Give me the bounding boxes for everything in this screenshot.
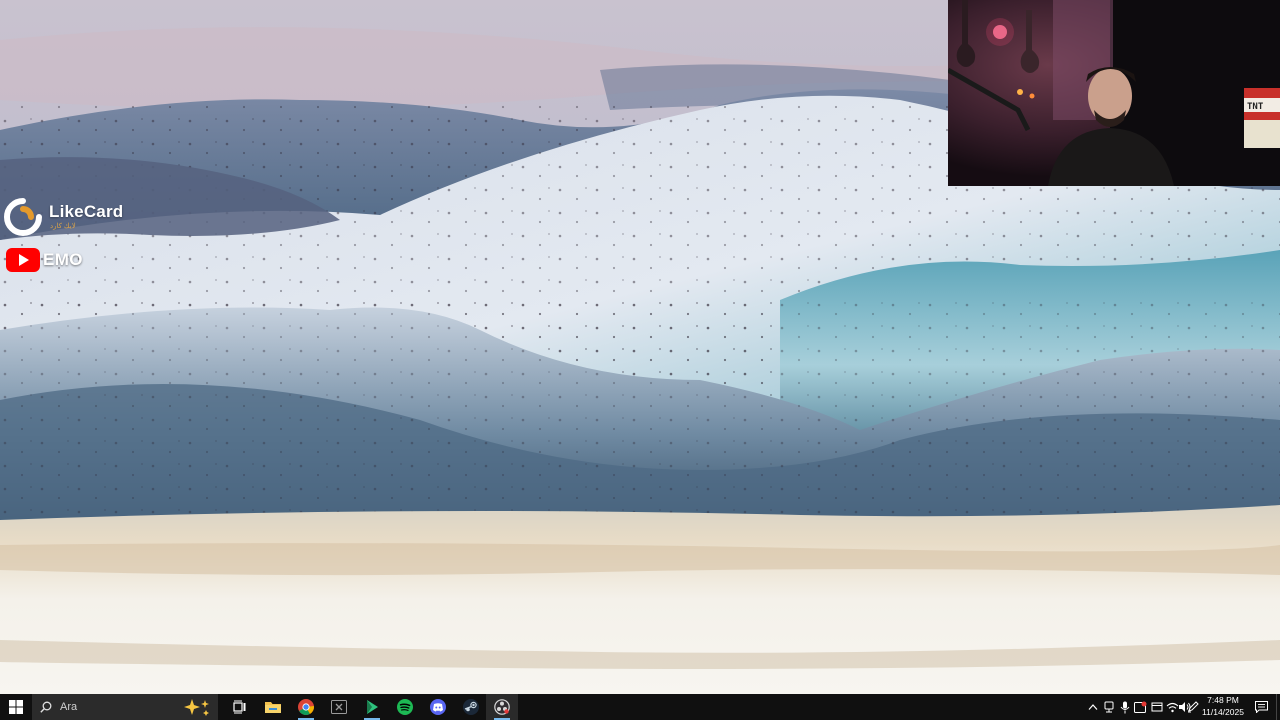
likecard-logo-icon [4, 198, 42, 236]
file-explorer-button[interactable] [257, 694, 289, 720]
copilot-sparkle-icon[interactable] [182, 697, 212, 717]
taskbar-clock[interactable]: 7:48 PM 11/14/2025 [1198, 695, 1248, 719]
obs-icon [494, 699, 510, 715]
discord-button[interactable] [422, 694, 454, 720]
steam-button[interactable] [455, 694, 487, 720]
record-icon [1134, 701, 1147, 713]
webcam-feed: TNT [948, 0, 1280, 186]
clock-time: 7:48 PM [1207, 695, 1239, 705]
task-view-button[interactable] [224, 694, 256, 720]
chevron-up-icon [1088, 704, 1097, 710]
chrome-button[interactable] [290, 694, 322, 720]
search-icon [40, 701, 52, 713]
chrome-icon [298, 699, 314, 715]
youtube-channel-name: EMO [43, 250, 83, 269]
webcam-overlay: TNT [948, 0, 1280, 186]
tnt-sign: TNT [1247, 102, 1264, 112]
game-launcher-button[interactable] [356, 694, 388, 720]
pen-icon [1187, 701, 1199, 713]
show-desktop-button[interactable] [1276, 694, 1280, 720]
youtube-icon [6, 248, 40, 272]
obs-button[interactable] [486, 694, 518, 720]
network-adapter-icon [1104, 701, 1113, 713]
clock-date: 11/14/2025 [1202, 706, 1244, 717]
start-button[interactable] [0, 694, 32, 720]
tray-security[interactable] [1148, 694, 1165, 720]
tray-microphone[interactable] [1116, 694, 1133, 720]
xbox-icon [331, 700, 347, 714]
likecard-brand: LikeCard [49, 202, 124, 221]
likecard-tagline: لايك كارد [50, 223, 76, 230]
discord-icon [430, 699, 446, 715]
likecard-logo: LikeCard لايك كارد [2, 196, 142, 240]
youtube-channel-badge: EMO [6, 248, 83, 272]
taskbar-search-box[interactable]: Ara [32, 694, 218, 720]
spotify-button[interactable] [389, 694, 421, 720]
notification-center-button[interactable] [1250, 694, 1272, 720]
steam-icon [463, 699, 479, 715]
game-launcher-icon [367, 700, 378, 714]
xbox-button[interactable] [323, 694, 355, 720]
spotify-icon [397, 699, 413, 715]
notification-icon [1254, 701, 1268, 713]
tray-record[interactable] [1132, 694, 1149, 720]
search-placeholder: Ara [60, 701, 78, 713]
windows-logo-icon [9, 700, 23, 714]
security-icon [1151, 702, 1162, 712]
tray-overflow-button[interactable] [1084, 694, 1101, 720]
microphone-icon [1120, 701, 1129, 713]
taskbar: Ara 7:48 PM 11/14/2025 [0, 694, 1280, 720]
task-view-icon [233, 700, 246, 714]
tray-network-adapter[interactable] [1100, 694, 1117, 720]
file-explorer-icon [265, 702, 281, 713]
